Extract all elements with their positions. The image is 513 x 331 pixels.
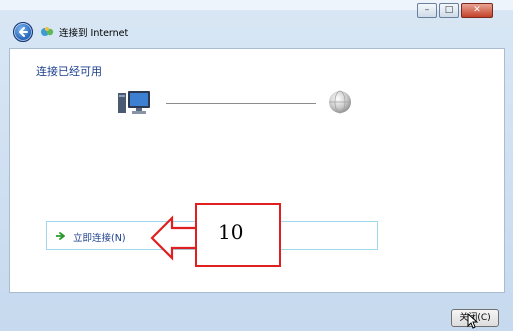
network-icon — [41, 27, 54, 36]
back-button[interactable] — [13, 22, 33, 42]
dialog-footer — [0, 293, 513, 331]
connect-now-label[interactable]: 立即连接(N) — [73, 230, 126, 244]
connection-line — [166, 103, 316, 104]
close-icon: ✕ — [473, 5, 481, 15]
minimize-button[interactable]: – — [417, 3, 437, 18]
minimize-icon: – — [424, 5, 430, 15]
callout-arrow-icon — [150, 215, 200, 261]
back-arrow-icon — [19, 27, 28, 37]
mouse-cursor-icon — [467, 313, 479, 329]
green-arrow-icon — [56, 232, 65, 240]
window-controls: – □ ✕ — [417, 3, 493, 18]
annotation-number: 10 — [218, 220, 244, 244]
maximize-button[interactable]: □ — [439, 3, 459, 18]
globe-icon — [329, 90, 351, 114]
computer-icon — [118, 91, 150, 114]
maximize-icon: □ — [444, 5, 454, 15]
page-title: 连接已经可用 — [36, 65, 102, 78]
window-title: 连接到 Internet — [59, 28, 129, 39]
close-window-button[interactable]: ✕ — [461, 3, 493, 18]
